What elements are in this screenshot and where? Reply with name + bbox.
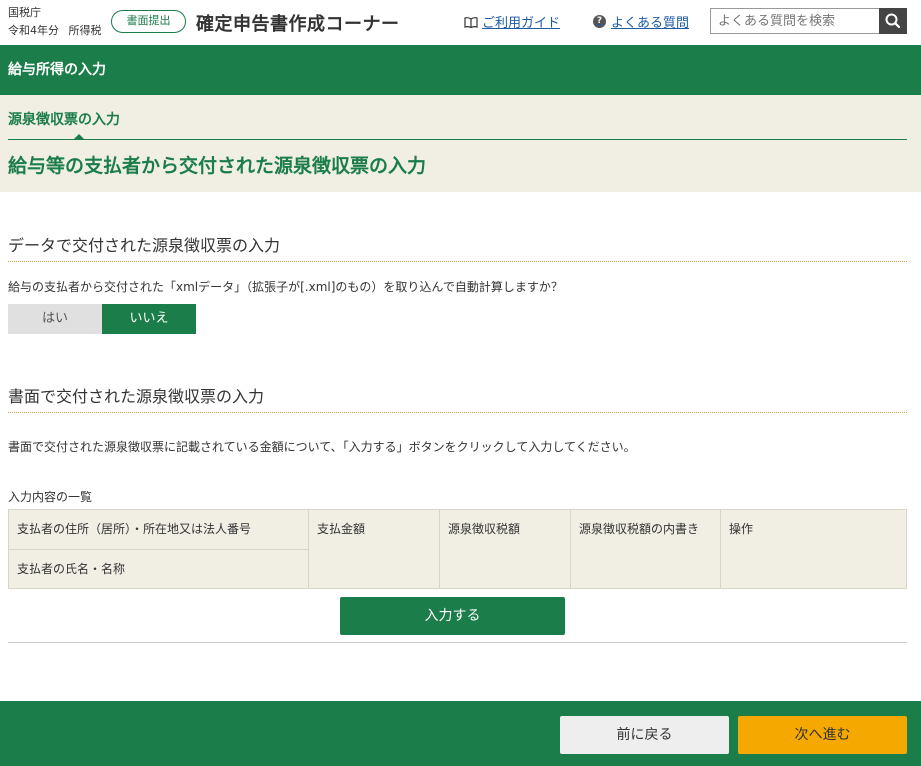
sub-divider (8, 139, 907, 140)
book-icon (464, 16, 478, 28)
entry-list-table: 支払者の住所（居所）・所在地又は法人番号 支払金額 源泉徴収税額 源泉徴収税額の… (8, 509, 907, 589)
back-button[interactable]: 前に戻る (560, 716, 729, 754)
search-button[interactable] (879, 8, 907, 34)
data-section-heading: データで交付された源泉徴収票の入力 (8, 236, 281, 255)
col-withholding-tax: 源泉徴収税額 (439, 509, 571, 589)
submit-method-badge: 書面提出 (111, 10, 186, 33)
tax-year: 令和4年分 (8, 24, 59, 37)
top-header: 国税庁 令和4年分 所得税 書面提出 確定申告書作成コーナー ご利用ガイド ? … (0, 0, 921, 45)
tax-type: 所得税 (68, 24, 102, 37)
col-withholding-detail: 源泉徴収税額の内書き (570, 509, 721, 589)
paper-section-heading: 書面で交付された源泉徴収票の入力 (8, 387, 265, 406)
faq-link[interactable]: ? よくある質問 (593, 12, 689, 31)
paper-section-divider (8, 412, 907, 413)
list-bottom-divider (8, 642, 907, 643)
col-payer-address: 支払者の住所（居所）・所在地又は法人番号 (8, 509, 309, 550)
xml-import-toggle: はい いいえ (8, 304, 196, 334)
footer-bar: 前に戻る 次へ進む (0, 701, 921, 766)
page-title: 給与等の支払者から交付された源泉徴収票の入力 (8, 155, 427, 177)
search-icon (885, 13, 901, 29)
app-title: 確定申告書作成コーナー (196, 14, 400, 35)
agency-name: 国税庁 (8, 6, 41, 19)
faq-search-input[interactable] (710, 8, 879, 34)
agency-info: 国税庁 令和4年分 所得税 (8, 6, 108, 38)
usage-guide-label: ご利用ガイド (482, 16, 561, 31)
paper-instruction: 書面で交付された源泉徴収票に記載されている金額について、「入力する」ボタンをクリ… (8, 440, 636, 454)
yes-button[interactable]: はい (8, 304, 102, 334)
col-payer-name: 支払者の氏名・名称 (8, 549, 309, 589)
xml-import-question: 給与の支払者から交付された「xmlデータ」（拡張子が[.xml]のもの）を取り込… (8, 280, 563, 294)
section-title: 給与所得の入力 (0, 45, 921, 95)
faq-label: よくある質問 (611, 16, 690, 31)
sub-step-label: 源泉徴収票の入力 (8, 112, 120, 128)
col-operation: 操作 (720, 509, 907, 589)
no-button[interactable]: いいえ (102, 304, 196, 334)
question-icon: ? (593, 15, 606, 28)
col-payment-amount: 支払金額 (308, 509, 440, 589)
usage-guide-link[interactable]: ご利用ガイド (464, 12, 560, 31)
data-section-divider (8, 261, 907, 262)
sub-header-panel: 源泉徴収票の入力 給与等の支払者から交付された源泉徴収票の入力 (0, 95, 921, 192)
next-button[interactable]: 次へ進む (738, 716, 907, 754)
list-title: 入力内容の一覧 (8, 490, 93, 504)
enter-button[interactable]: 入力する (340, 597, 565, 635)
